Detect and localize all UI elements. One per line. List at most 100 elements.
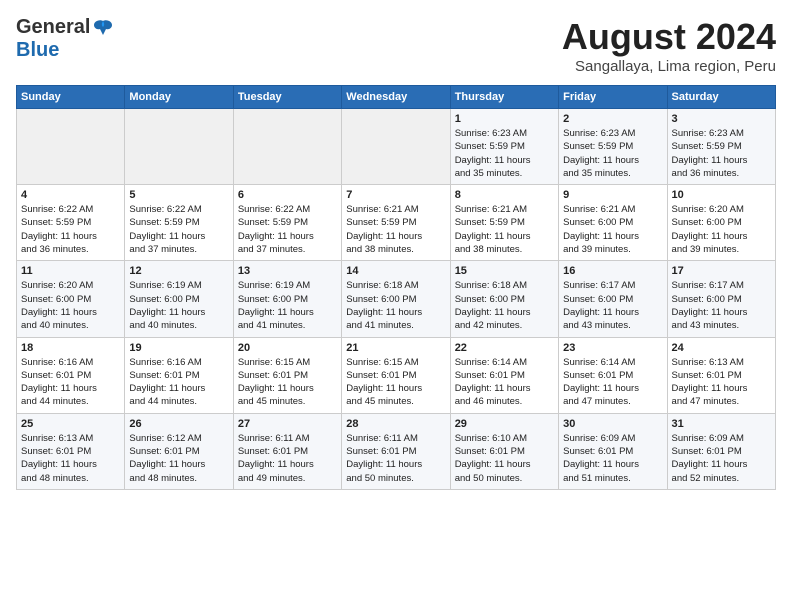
cell-info: Sunrise: 6:15 AMSunset: 6:01 PMDaylight:…	[346, 356, 445, 409]
calendar-cell: 25 Sunrise: 6:13 AMSunset: 6:01 PMDayligh…	[17, 413, 125, 489]
calendar-cell: 11 Sunrise: 6:20 AMSunset: 6:00 PMDayligh…	[17, 261, 125, 337]
day-number: 5	[129, 189, 228, 201]
cell-info: Sunrise: 6:11 AMSunset: 6:01 PMDaylight:…	[238, 432, 337, 485]
calendar-cell: 3 Sunrise: 6:23 AMSunset: 5:59 PMDaylight…	[667, 109, 775, 185]
day-number: 17	[672, 265, 771, 277]
cell-info: Sunrise: 6:11 AMSunset: 6:01 PMDaylight:…	[346, 432, 445, 485]
day-number: 6	[238, 189, 337, 201]
day-number: 7	[346, 189, 445, 201]
calendar-cell: 2 Sunrise: 6:23 AMSunset: 5:59 PMDaylight…	[559, 109, 667, 185]
calendar-cell: 17 Sunrise: 6:17 AMSunset: 6:00 PMDayligh…	[667, 261, 775, 337]
day-number: 25	[21, 418, 120, 430]
logo-general-text: General	[16, 16, 90, 39]
cell-info: Sunrise: 6:12 AMSunset: 6:01 PMDaylight:…	[129, 432, 228, 485]
cell-info: Sunrise: 6:13 AMSunset: 6:01 PMDaylight:…	[672, 356, 771, 409]
calendar-cell: 26Sunrise: 6:12 AMSunset: 6:01 PMDayligh…	[125, 413, 233, 489]
cell-info: Sunrise: 6:19 AMSunset: 6:00 PMDaylight:…	[129, 279, 228, 332]
cell-info: Sunrise: 6:18 AMSunset: 6:00 PMDaylight:…	[346, 279, 445, 332]
calendar-cell: 9 Sunrise: 6:21 AMSunset: 6:00 PMDaylight…	[559, 185, 667, 261]
cell-info: Sunrise: 6:15 AMSunset: 6:01 PMDaylight:…	[238, 356, 337, 409]
calendar-cell: 15Sunrise: 6:18 AMSunset: 6:00 PMDayligh…	[450, 261, 558, 337]
calendar-cell: 1 Sunrise: 6:23 AMSunset: 5:59 PMDaylight…	[450, 109, 558, 185]
calendar-cell	[233, 109, 341, 185]
calendar-cell: 31 Sunrise: 6:09 AMSunset: 6:01 PMDayligh…	[667, 413, 775, 489]
calendar-cell: 24 Sunrise: 6:13 AMSunset: 6:01 PMDayligh…	[667, 337, 775, 413]
cell-info: Sunrise: 6:17 AMSunset: 6:00 PMDaylight:…	[672, 279, 771, 332]
day-number: 2	[563, 113, 662, 125]
calendar-cell: 27 Sunrise: 6:11 AMSunset: 6:01 PMDayligh…	[233, 413, 341, 489]
day-number: 27	[238, 418, 337, 430]
calendar-cell: 16 Sunrise: 6:17 AMSunset: 6:00 PMDayligh…	[559, 261, 667, 337]
cell-info: Sunrise: 6:21 AMSunset: 6:00 PMDaylight:…	[563, 203, 662, 256]
header: General Blue August 2024 Sangallaya, Lim…	[16, 16, 776, 75]
cell-info: Sunrise: 6:23 AMSunset: 5:59 PMDaylight:…	[455, 127, 554, 180]
cell-info: Sunrise: 6:21 AMSunset: 5:59 PMDaylight:…	[455, 203, 554, 256]
cell-info: Sunrise: 6:09 AMSunset: 6:01 PMDaylight:…	[672, 432, 771, 485]
calendar-cell: 8 Sunrise: 6:21 AMSunset: 5:59 PMDaylight…	[450, 185, 558, 261]
calendar-cell	[125, 109, 233, 185]
calendar-header-sunday: Sunday	[17, 86, 125, 109]
day-number: 23	[563, 342, 662, 354]
day-number: 3	[672, 113, 771, 125]
calendar-cell: 22 Sunrise: 6:14 AMSunset: 6:01 PMDayligh…	[450, 337, 558, 413]
calendar-cell: 7 Sunrise: 6:21 AMSunset: 5:59 PMDaylight…	[342, 185, 450, 261]
day-number: 28	[346, 418, 445, 430]
day-number: 22	[455, 342, 554, 354]
day-number: 21	[346, 342, 445, 354]
cell-info: Sunrise: 6:16 AMSunset: 6:01 PMDaylight:…	[21, 356, 120, 409]
calendar-header-thursday: Thursday	[450, 86, 558, 109]
calendar-week-row: 11 Sunrise: 6:20 AMSunset: 6:00 PMDayligh…	[17, 261, 776, 337]
calendar-week-row: 4 Sunrise: 6:22 AMSunset: 5:59 PMDaylight…	[17, 185, 776, 261]
calendar-cell: 18Sunrise: 6:16 AMSunset: 6:01 PMDayligh…	[17, 337, 125, 413]
day-number: 11	[21, 265, 120, 277]
cell-info: Sunrise: 6:14 AMSunset: 6:01 PMDaylight:…	[455, 356, 554, 409]
day-number: 31	[672, 418, 771, 430]
cell-info: Sunrise: 6:22 AMSunset: 5:59 PMDaylight:…	[129, 203, 228, 256]
calendar-cell: 20 Sunrise: 6:15 AMSunset: 6:01 PMDayligh…	[233, 337, 341, 413]
day-number: 30	[563, 418, 662, 430]
calendar-header-row: SundayMondayTuesdayWednesdayThursdayFrid…	[17, 86, 776, 109]
logo: General Blue	[16, 16, 114, 62]
cell-info: Sunrise: 6:23 AMSunset: 5:59 PMDaylight:…	[672, 127, 771, 180]
cell-info: Sunrise: 6:18 AMSunset: 6:00 PMDaylight:…	[455, 279, 554, 332]
day-number: 9	[563, 189, 662, 201]
calendar-week-row: 1 Sunrise: 6:23 AMSunset: 5:59 PMDaylight…	[17, 109, 776, 185]
day-number: 12	[129, 265, 228, 277]
calendar-cell: 12 Sunrise: 6:19 AMSunset: 6:00 PMDayligh…	[125, 261, 233, 337]
calendar-cell: 14 Sunrise: 6:18 AMSunset: 6:00 PMDayligh…	[342, 261, 450, 337]
calendar-cell: 4Sunrise: 6:22 AMSunset: 5:59 PMDaylight…	[17, 185, 125, 261]
calendar-cell	[17, 109, 125, 185]
calendar-cell: 29Sunrise: 6:10 AMSunset: 6:01 PMDayligh…	[450, 413, 558, 489]
day-number: 4	[21, 189, 120, 201]
calendar-cell: 19 Sunrise: 6:16 AMSunset: 6:01 PMDayligh…	[125, 337, 233, 413]
day-number: 8	[455, 189, 554, 201]
calendar-header-tuesday: Tuesday	[233, 86, 341, 109]
cell-info: Sunrise: 6:22 AMSunset: 5:59 PMDaylight:…	[238, 203, 337, 256]
day-number: 13	[238, 265, 337, 277]
cell-info: Sunrise: 6:13 AMSunset: 6:01 PMDaylight:…	[21, 432, 120, 485]
cell-info: Sunrise: 6:16 AMSunset: 6:01 PMDaylight:…	[129, 356, 228, 409]
calendar-cell: 5 Sunrise: 6:22 AMSunset: 5:59 PMDaylight…	[125, 185, 233, 261]
day-number: 1	[455, 113, 554, 125]
calendar-cell: 28 Sunrise: 6:11 AMSunset: 6:01 PMDayligh…	[342, 413, 450, 489]
day-number: 24	[672, 342, 771, 354]
cell-info: Sunrise: 6:20 AMSunset: 6:00 PMDaylight:…	[21, 279, 120, 332]
calendar-cell: 10Sunrise: 6:20 AMSunset: 6:00 PMDayligh…	[667, 185, 775, 261]
cell-info: Sunrise: 6:14 AMSunset: 6:01 PMDaylight:…	[563, 356, 662, 409]
day-number: 19	[129, 342, 228, 354]
cell-info: Sunrise: 6:09 AMSunset: 6:01 PMDaylight:…	[563, 432, 662, 485]
cell-info: Sunrise: 6:23 AMSunset: 5:59 PMDaylight:…	[563, 127, 662, 180]
calendar-cell	[342, 109, 450, 185]
day-number: 14	[346, 265, 445, 277]
location-title: Sangallaya, Lima region, Peru	[562, 58, 776, 75]
day-number: 29	[455, 418, 554, 430]
day-number: 16	[563, 265, 662, 277]
cell-info: Sunrise: 6:21 AMSunset: 5:59 PMDaylight:…	[346, 203, 445, 256]
day-number: 20	[238, 342, 337, 354]
calendar-week-row: 25 Sunrise: 6:13 AMSunset: 6:01 PMDayligh…	[17, 413, 776, 489]
calendar-table: SundayMondayTuesdayWednesdayThursdayFrid…	[16, 85, 776, 490]
cell-info: Sunrise: 6:17 AMSunset: 6:00 PMDaylight:…	[563, 279, 662, 332]
calendar-cell: 30 Sunrise: 6:09 AMSunset: 6:01 PMDayligh…	[559, 413, 667, 489]
calendar-week-row: 18Sunrise: 6:16 AMSunset: 6:01 PMDayligh…	[17, 337, 776, 413]
month-title: August 2024	[562, 16, 776, 58]
